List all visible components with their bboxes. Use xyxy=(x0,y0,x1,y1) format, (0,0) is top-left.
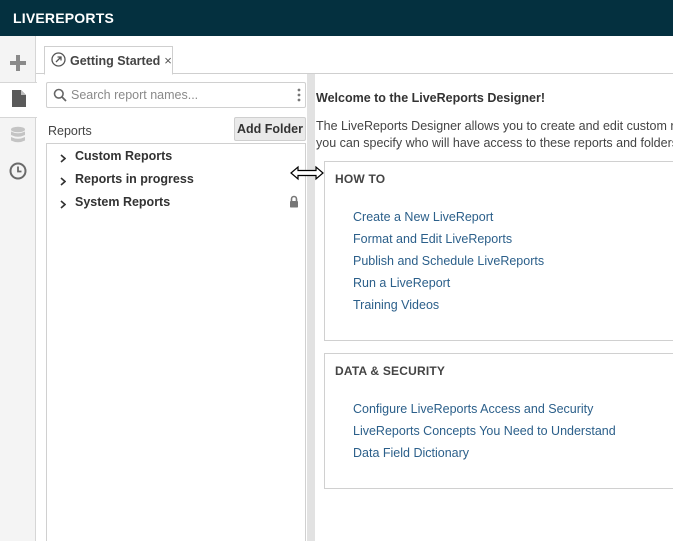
intro-line-1: The LiveReports Designer allows you to c… xyxy=(316,119,673,133)
rail-reports-button[interactable] xyxy=(0,82,37,118)
welcome-heading: Welcome to the LiveReports Designer! xyxy=(316,91,545,105)
link-data-field-dictionary[interactable]: Data Field Dictionary xyxy=(353,446,469,460)
tab-label: Getting Started xyxy=(70,53,161,68)
chevron-right-icon[interactable] xyxy=(60,151,67,166)
search-icon xyxy=(53,88,67,105)
lock-icon xyxy=(289,195,299,211)
tree-item-custom-reports[interactable]: Custom Reports xyxy=(47,145,305,167)
panel-splitter[interactable] xyxy=(307,74,315,541)
how-to-card: HOW TO Create a New LiveReport Format an… xyxy=(324,161,673,341)
rail-data-button[interactable] xyxy=(0,118,36,154)
card-title: HOW TO xyxy=(335,172,386,186)
card-title: DATA & SECURITY xyxy=(335,364,446,378)
report-tree: Custom Reports Reports in progress Syste… xyxy=(46,143,306,541)
data-security-card: DATA & SECURITY Configure LiveReports Ac… xyxy=(324,353,673,489)
rail-add-button[interactable] xyxy=(0,46,36,82)
link-configure-access[interactable]: Configure LiveReports Access and Securit… xyxy=(353,402,593,416)
tab-strip: Getting Started × xyxy=(36,36,673,75)
app-header: LIVEREPORTS xyxy=(0,0,673,36)
document-icon xyxy=(11,89,27,111)
chevron-right-icon[interactable] xyxy=(60,197,67,212)
tree-item-reports-in-progress[interactable]: Reports in progress xyxy=(47,168,305,190)
link-training-videos[interactable]: Training Videos xyxy=(353,298,439,312)
left-rail xyxy=(0,36,37,541)
tree-item-system-reports[interactable]: System Reports xyxy=(47,191,305,213)
main-content: Welcome to the LiveReports Designer! The… xyxy=(316,74,673,541)
link-concepts[interactable]: LiveReports Concepts You Need to Underst… xyxy=(353,424,616,438)
tab-getting-started[interactable]: Getting Started × xyxy=(44,46,173,75)
report-browser: Reports Add Folder Custom Reports Report… xyxy=(46,82,306,541)
search-input[interactable] xyxy=(71,86,291,104)
tree-item-label: Reports in progress xyxy=(75,172,194,186)
kebab-menu-icon[interactable] xyxy=(297,88,301,105)
chevron-right-icon[interactable] xyxy=(60,174,67,189)
link-publish-schedule[interactable]: Publish and Schedule LiveReports xyxy=(353,254,544,268)
tab-close-button[interactable]: × xyxy=(164,53,172,68)
app-title: LIVEREPORTS xyxy=(13,10,114,26)
intro-text: The LiveReports Designer allows you to c… xyxy=(316,118,673,152)
reports-heading: Reports xyxy=(48,124,92,138)
getting-started-icon xyxy=(51,51,66,70)
intro-line-2: you can specify who will have access to … xyxy=(316,136,673,150)
database-icon xyxy=(10,126,26,147)
search-box xyxy=(46,82,306,108)
add-folder-button[interactable]: Add Folder xyxy=(234,117,306,141)
clock-icon xyxy=(9,162,27,183)
tree-item-label: Custom Reports xyxy=(75,149,173,163)
plus-icon xyxy=(9,54,27,75)
rail-history-button[interactable] xyxy=(0,154,36,190)
link-create-liverport[interactable]: Create a New LiveReport xyxy=(353,210,493,224)
tree-item-label: System Reports xyxy=(75,195,171,209)
link-run-liverport[interactable]: Run a LiveReport xyxy=(353,276,450,290)
link-format-edit[interactable]: Format and Edit LiveReports xyxy=(353,232,512,246)
